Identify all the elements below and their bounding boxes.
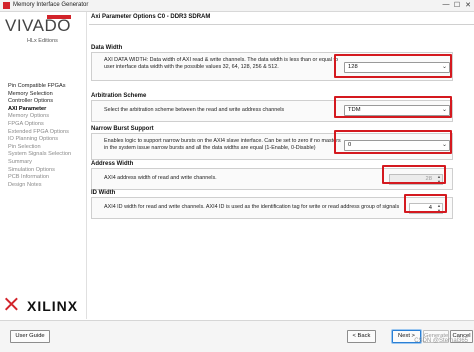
nav-item-simulation-options: Simulation Options	[8, 166, 55, 173]
nav-item-summary: Summary	[8, 158, 32, 165]
chevron-down-icon: ⌄	[441, 64, 447, 70]
data-width-select[interactable]: 128 ⌄	[344, 62, 450, 73]
page-title: Axi Parameter Options C0 - DDR3 SDRAM	[91, 14, 211, 20]
spinner-arrows-icon: ▲ ▼	[437, 174, 441, 184]
address-width-box: AXI4 address width of read and write cha…	[91, 168, 453, 190]
id-width-value: 4	[428, 205, 432, 211]
xilinx-mark-icon: ⨉	[5, 297, 18, 314]
address-width-section: Address Width AXI4 address width of read…	[91, 161, 469, 190]
id-width-desc: AXI4 ID width for read and write channel…	[104, 204, 400, 210]
narrow-burst-select[interactable]: 0 ⌄	[344, 140, 450, 151]
xilinx-logo: ⨉ XILINX	[5, 295, 85, 315]
arbitration-desc: Select the arbitration scheme between th…	[104, 107, 285, 113]
logo-brand: VIVADO	[5, 16, 71, 35]
narrow-burst-value: 0	[348, 142, 352, 148]
section-title: Narrow Burst Support	[91, 126, 154, 132]
arbitration-box: Select the arbitration scheme between th…	[91, 100, 453, 122]
data-width-desc-1: AXI DATA WIDTH: Data width of AXI read &…	[104, 57, 339, 63]
data-width-section: Data Width AXI DATA WIDTH: Data width of…	[91, 45, 469, 81]
nav-item-pcb-information: PCB Information	[8, 174, 50, 181]
nav-item-memory-options: Memory Options	[8, 113, 50, 120]
logo-edition: HLx Editions	[27, 38, 58, 44]
nav-item-design-notes: Design Notes	[8, 181, 42, 188]
nav-item-memory-selection[interactable]: Memory Selection	[8, 91, 86, 99]
address-width-desc: AXI4 address width of read and write cha…	[104, 175, 217, 181]
data-width-value: 128	[348, 64, 358, 70]
nav-item-controller-options[interactable]: Controller Options	[8, 98, 86, 106]
chevron-down-icon: ⌄	[441, 142, 447, 148]
logo-accent-bar	[47, 15, 71, 19]
section-title: Arbitration Scheme	[91, 93, 147, 99]
nav-item-system-signals-selection: System Signals Selection	[8, 151, 72, 158]
nav-item-axi-parameter[interactable]: AXI Parameter	[8, 106, 86, 114]
narrow-burst-box: Enables logic to support narrow bursts o…	[91, 133, 453, 160]
id-width-spinner[interactable]: 4 ▲ ▼	[409, 203, 443, 214]
id-width-section: ID Width AXI4 ID width for read and writ…	[91, 190, 469, 219]
user-guide-button[interactable]: User Guide	[10, 330, 50, 343]
section-title: ID Width	[91, 190, 116, 196]
arbitration-section: Arbitration Scheme Select the arbitratio…	[91, 93, 469, 122]
nav-item-pin-compatible-fpgas[interactable]: Pin Compatible FPGAs	[8, 83, 86, 91]
close-button[interactable]: ✕	[463, 1, 473, 9]
window-title: Memory Interface Generator	[13, 2, 89, 8]
chevron-down-icon: ⌄	[441, 107, 447, 113]
title-bar: Memory Interface Generator — ☐ ✕	[0, 0, 474, 12]
nav-item-extended-fpga-options: Extended FPGA Options	[8, 128, 69, 135]
data-width-box: AXI DATA WIDTH: Data width of AXI read &…	[91, 52, 453, 81]
vivado-logo: VIVADO HLx Editions	[5, 15, 83, 44]
address-width-spinner: 28 ▲ ▼	[389, 174, 443, 185]
header-divider	[89, 24, 474, 25]
narrow-burst-section: Narrow Burst Support Enables logic to su…	[91, 126, 469, 160]
address-width-value: 28	[425, 176, 432, 182]
back-button[interactable]: < Back	[347, 330, 376, 343]
minimize-button[interactable]: —	[441, 1, 451, 8]
nav-item-fpga-options: FPGA Options	[8, 120, 44, 127]
narrow-burst-desc-1: Enables logic to support narrow bursts o…	[104, 138, 341, 144]
wizard-steps: Pin Compatible FPGAs Memory Selection Co…	[8, 83, 86, 189]
main-panel: Axi Parameter Options C0 - DDR3 SDRAM Da…	[89, 12, 474, 319]
footer-bar: User Guide < Back Next > Generate Cancel…	[0, 320, 474, 352]
id-width-box: AXI4 ID width for read and write channel…	[91, 197, 453, 219]
app-icon	[3, 2, 10, 9]
xilinx-wordmark: XILINX	[27, 298, 79, 314]
nav-item-pin-selection: Pin Selection	[8, 143, 41, 150]
data-width-desc-2: user interface data width with the possi…	[104, 64, 279, 70]
arbitration-select[interactable]: TDM ⌄	[344, 105, 450, 116]
watermark: CSDN @Sternal365	[414, 338, 468, 344]
section-title: Address Width	[91, 161, 134, 167]
spinner-arrows-icon[interactable]: ▲ ▼	[437, 203, 441, 213]
nav-item-io-planning-options: IO Planning Options	[8, 136, 59, 143]
arbitration-value: TDM	[348, 107, 361, 113]
maximize-button[interactable]: ☐	[452, 1, 462, 9]
section-title: Data Width	[91, 45, 123, 51]
narrow-burst-desc-2: in the system issue narrow bursts and al…	[104, 145, 316, 151]
